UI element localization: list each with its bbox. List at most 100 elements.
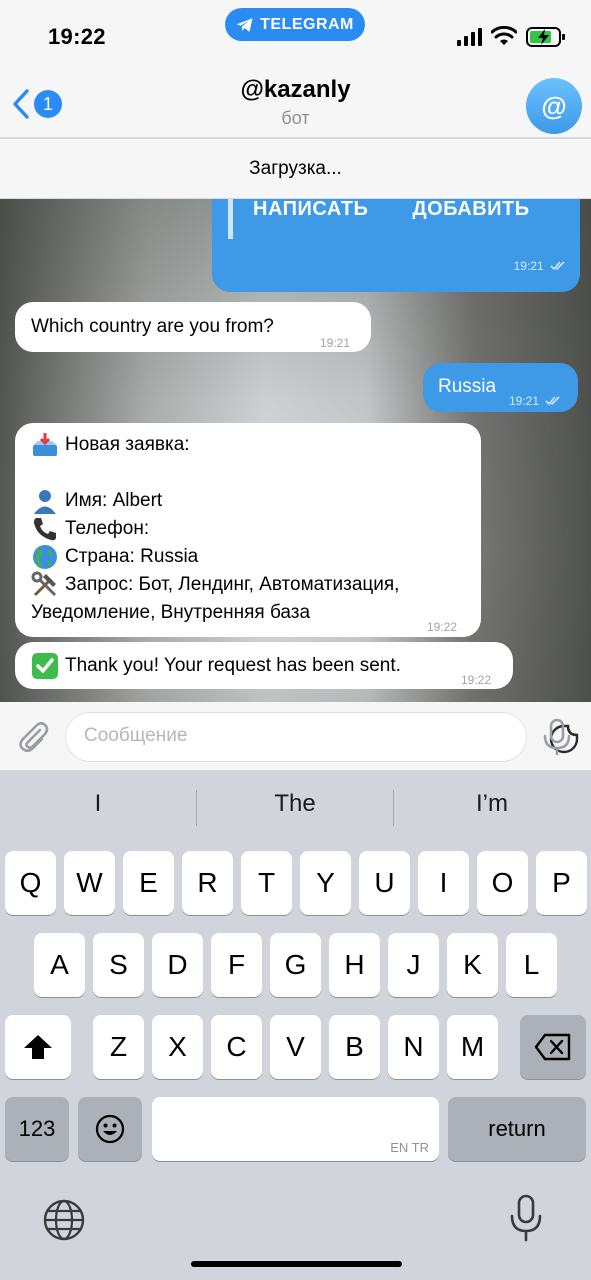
- key-o[interactable]: O: [477, 851, 528, 915]
- key-h[interactable]: H: [329, 933, 380, 997]
- outgoing-message: Russia 19:21: [423, 363, 578, 412]
- space-bar[interactable]: EN TR: [152, 1097, 439, 1161]
- key-j[interactable]: J: [388, 933, 439, 997]
- person-silhouette-icon: [34, 490, 56, 514]
- numbers-key[interactable]: 123: [5, 1097, 69, 1161]
- key-k[interactable]: K: [447, 933, 498, 997]
- incoming-message: Which country are you from? 19:21: [15, 302, 371, 352]
- order-request-line: Запрос: Бот, Лендинг, Автоматизация,: [31, 571, 399, 599]
- key-t[interactable]: T: [241, 851, 292, 915]
- key-w[interactable]: W: [64, 851, 115, 915]
- key-i[interactable]: I: [418, 851, 469, 915]
- order-name: Имя: Albert: [65, 490, 163, 511]
- key-e[interactable]: E: [123, 851, 174, 915]
- message-time: 19:21: [513, 259, 544, 273]
- key-l[interactable]: L: [506, 933, 557, 997]
- message-input[interactable]: [84, 725, 464, 747]
- status-bar: 19:22 TELEGRAM: [0, 0, 591, 66]
- shift-key[interactable]: [5, 1015, 71, 1079]
- battery-charging-icon: [526, 27, 565, 47]
- key-p[interactable]: P: [536, 851, 587, 915]
- cell-signal-icon: [457, 28, 482, 46]
- read-checkmarks-icon: [545, 396, 560, 406]
- key-x[interactable]: X: [152, 1015, 203, 1079]
- message-time: 19:22: [427, 620, 458, 634]
- order-country: Страна: Russia: [65, 546, 199, 567]
- inline-button-write[interactable]: НАПИСАТЬ: [253, 199, 368, 223]
- key-b[interactable]: B: [329, 1015, 380, 1079]
- message-list[interactable]: НАПИСАТЬ ДОБАВИТЬ 19:21 Which country ar…: [0, 199, 591, 702]
- message-text: Thank you! Your request has been sent.: [65, 655, 401, 676]
- key-d[interactable]: D: [152, 933, 203, 997]
- hammer-wrench-icon: [31, 571, 57, 597]
- order-request-line-2: Уведомление, Внутренняя база: [31, 599, 399, 627]
- clock: 19:22: [48, 24, 106, 49]
- key-c[interactable]: C: [211, 1015, 262, 1079]
- key-f[interactable]: F: [211, 933, 262, 997]
- message-text: Russia: [438, 376, 497, 397]
- telegram-icon: [236, 17, 253, 32]
- return-to-app-pill[interactable]: TELEGRAM: [225, 8, 365, 41]
- bot-avatar[interactable]: @: [526, 78, 582, 134]
- key-s[interactable]: S: [93, 933, 144, 997]
- key-y[interactable]: Y: [300, 851, 351, 915]
- order-name-line: Имя: Albert: [31, 487, 399, 515]
- order-title: Новая заявка:: [65, 434, 190, 455]
- order-phone-line: Телефон:: [31, 515, 399, 543]
- key-a[interactable]: A: [34, 933, 85, 997]
- dictation-microphone-icon[interactable]: [508, 1194, 544, 1242]
- microphone-icon[interactable]: [540, 718, 574, 756]
- order-country-line: Страна: Russia: [31, 543, 399, 571]
- key-m[interactable]: M: [447, 1015, 498, 1079]
- key-q[interactable]: Q: [5, 851, 56, 915]
- smiley-face-icon: [95, 1114, 125, 1144]
- key-r[interactable]: R: [182, 851, 233, 915]
- order-body: Новая заявка: Имя: Albert Телефон: Стран…: [31, 431, 399, 627]
- message-meta: 19:21: [509, 387, 561, 415]
- message-meta: 19:21: [514, 252, 566, 280]
- inline-button-add[interactable]: ДОБАВИТЬ: [412, 199, 529, 223]
- app-pill-label: TELEGRAM: [260, 15, 354, 33]
- check-mark-button-icon: [32, 653, 58, 679]
- key-n[interactable]: N: [388, 1015, 439, 1079]
- chat-header: 1 @kazanly бот @: [0, 66, 591, 138]
- paperclip-icon[interactable]: [14, 718, 52, 756]
- globe-europe-icon: [33, 545, 57, 569]
- chat-subtitle: бот: [281, 108, 310, 128]
- delete-key[interactable]: [520, 1015, 586, 1079]
- suggestion-3[interactable]: I’m: [394, 790, 590, 818]
- inline-keyboard: НАПИСАТЬ ДОБАВИТЬ: [228, 199, 560, 239]
- read-checkmarks-icon: [550, 261, 565, 271]
- return-key[interactable]: return: [448, 1097, 586, 1161]
- order-request-2: Уведомление, Внутренняя база: [31, 602, 311, 623]
- message-time: 19:22: [461, 673, 492, 687]
- message-time: 19:21: [320, 336, 351, 350]
- inbox-tray-icon: [33, 433, 57, 456]
- order-phone: Телефон:: [65, 518, 150, 539]
- key-g[interactable]: G: [270, 933, 321, 997]
- keyboard: I The I’m Q W E R T Y U I O P A S D F G …: [0, 770, 591, 1280]
- suggestion-2[interactable]: The: [197, 790, 393, 818]
- order-request-1: Запрос: Бот, Лендинг, Автоматизация,: [65, 574, 400, 595]
- key-z[interactable]: Z: [93, 1015, 144, 1079]
- emoji-key[interactable]: [78, 1097, 142, 1161]
- wifi-icon: [491, 26, 517, 45]
- composer: [0, 702, 591, 770]
- message-time: 19:21: [509, 394, 540, 408]
- inline-keyboard-message: НАПИСАТЬ ДОБАВИТЬ 19:21: [212, 199, 580, 292]
- globe-icon[interactable]: [42, 1198, 86, 1242]
- message-text: Which country are you from?: [31, 316, 274, 337]
- home-indicator[interactable]: [191, 1261, 402, 1267]
- key-v[interactable]: V: [270, 1015, 321, 1079]
- order-title-line: Новая заявка:: [31, 431, 399, 459]
- key-u[interactable]: U: [359, 851, 410, 915]
- chat-title[interactable]: @kazanly: [0, 76, 591, 104]
- shift-arrow-icon: [24, 1035, 52, 1059]
- suggestion-1[interactable]: I: [0, 790, 196, 818]
- space-bar-languages: EN TR: [390, 1140, 429, 1155]
- loading-banner: Загрузка...: [0, 139, 591, 199]
- message-field[interactable]: [65, 712, 579, 762]
- confirm-line: Thank you! Your request has been sent.: [31, 652, 401, 680]
- confirmation-message: Thank you! Your request has been sent. 1…: [15, 642, 513, 689]
- order-message: Новая заявка: Имя: Albert Телефон: Стран…: [15, 423, 481, 637]
